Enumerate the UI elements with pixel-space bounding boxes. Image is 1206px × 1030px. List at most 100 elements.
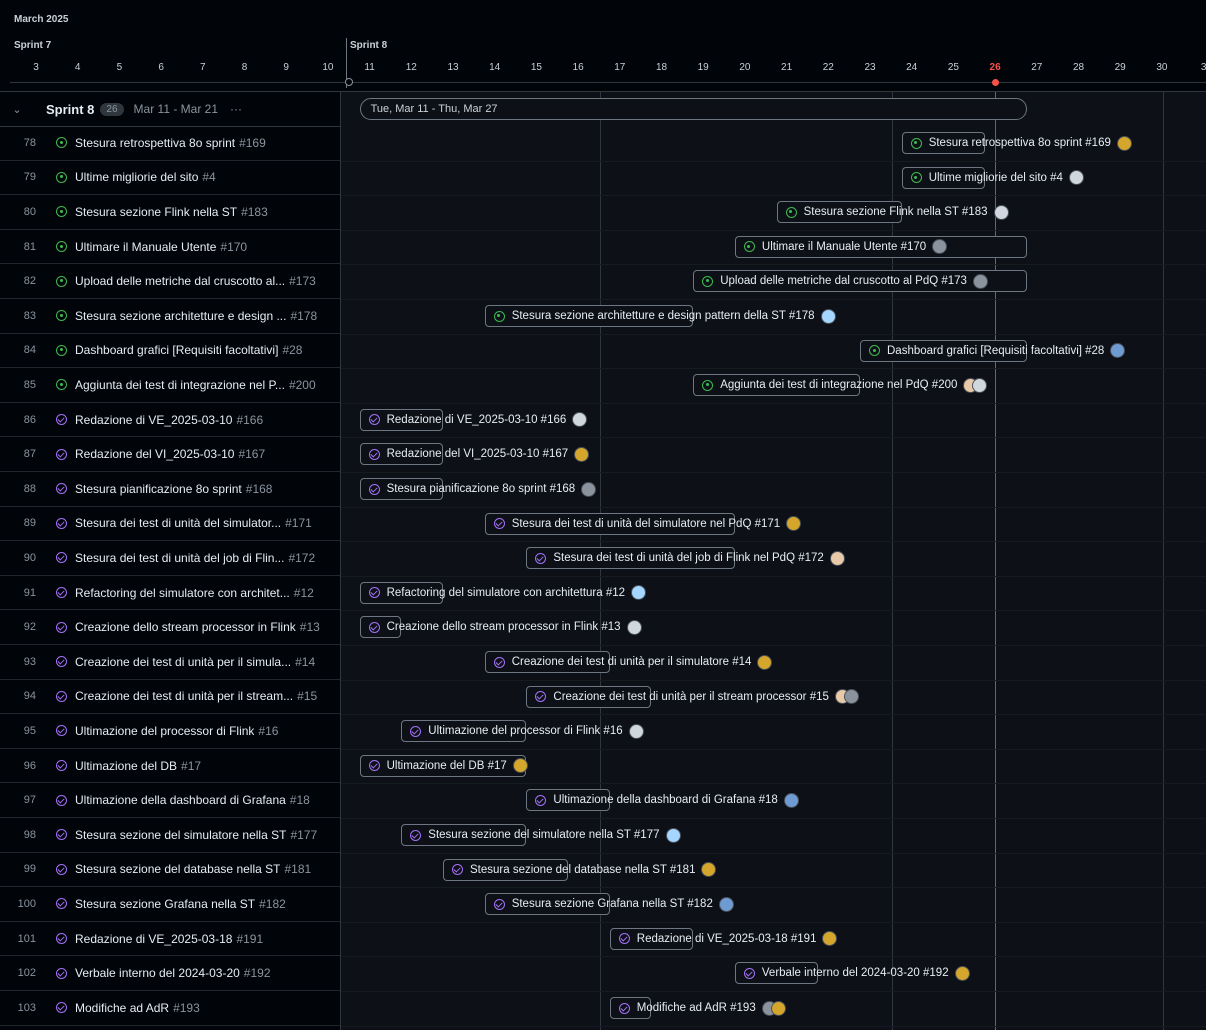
avatar[interactable] xyxy=(701,862,717,878)
issue-title[interactable]: Stesura retrospettiva 8o sprint xyxy=(75,136,235,150)
avatar[interactable] xyxy=(829,550,845,566)
avatar[interactable] xyxy=(718,896,734,912)
issue-title[interactable]: Stesura dei test di unità del simulator.… xyxy=(75,516,281,530)
issue-title[interactable]: Ultime migliorie del sito xyxy=(75,170,198,184)
issue-title[interactable]: Verbale interno del 2024-03-20 xyxy=(75,966,240,980)
issue-title[interactable]: Creazione dello stream processor in Flin… xyxy=(75,620,296,634)
sprint-handle-icon[interactable] xyxy=(345,78,353,86)
issue-row[interactable]: 88 Stesura pianificazione 8o sprint #168 xyxy=(0,472,340,507)
issue-row[interactable]: 84 Dashboard grafici [Requisiti facoltati… xyxy=(0,334,340,369)
month-label: March 2025 xyxy=(14,14,69,25)
issue-row[interactable]: 101 Redazione di VE_2025-03-18 #191 xyxy=(0,922,340,957)
issue-number: #4 xyxy=(202,170,216,185)
sprint-group-bar[interactable]: Tue, Mar 11 - Thu, Mar 27 xyxy=(359,98,1027,120)
avatar[interactable] xyxy=(626,619,642,635)
row-divider xyxy=(341,610,1206,612)
avatar[interactable] xyxy=(770,1000,786,1016)
more-options-icon[interactable]: ··· xyxy=(230,102,242,116)
issue-row[interactable]: 102 Verbale interno del 2024-03-20 #192 xyxy=(0,956,340,991)
avatar[interactable] xyxy=(1110,343,1126,359)
avatar[interactable] xyxy=(574,446,590,462)
issue-title[interactable]: Stesura dei test di unità del job di Fli… xyxy=(75,551,284,565)
avatar[interactable] xyxy=(783,792,799,808)
issue-title[interactable]: Stesura sezione Flink nella ST xyxy=(75,205,237,219)
timeline-bar-label: Redazione di VE_2025-03-18 #191 xyxy=(618,928,838,950)
issue-title[interactable]: Upload delle metriche dal cruscotto al..… xyxy=(75,274,285,288)
issue-title[interactable]: Stesura sezione architetture e design ..… xyxy=(75,309,286,323)
avatar[interactable] xyxy=(572,412,588,428)
issue-row[interactable]: 92 Creazione dello stream processor in Fl… xyxy=(0,610,340,645)
avatar[interactable] xyxy=(512,758,528,774)
avatar[interactable] xyxy=(631,585,647,601)
issue-row[interactable]: 81 Ultimare il Manuale Utente #170 xyxy=(0,230,340,265)
issue-row[interactable]: 97 Ultimazione della dashboard di Grafana… xyxy=(0,783,340,818)
avatar[interactable] xyxy=(786,516,802,532)
issue-row[interactable]: 90 Stesura dei test di unità del job di F… xyxy=(0,541,340,576)
issue-row[interactable]: 100 Stesura sezione Grafana nella ST #182 xyxy=(0,887,340,922)
issue-title[interactable]: Ultimazione della dashboard di Grafana xyxy=(75,793,286,807)
issue-row[interactable]: 91 Refactoring del simulatore con archite… xyxy=(0,576,340,611)
issue-title[interactable]: Modifiche ad AdR xyxy=(75,1001,169,1015)
row-divider xyxy=(341,160,1206,162)
timeline-bar-label: Redazione di VE_2025-03-10 #166 xyxy=(368,409,588,431)
issue-row[interactable]: 80 Stesura sezione Flink nella ST #183 xyxy=(0,195,340,230)
row-number: 97 xyxy=(23,794,36,807)
issue-row[interactable]: 96 Ultimazione del DB #17 xyxy=(0,749,340,784)
issue-row[interactable]: 78 Stesura retrospettiva 8o sprint #169 xyxy=(0,126,340,161)
issue-title[interactable]: Creazione dei test di unità per il strea… xyxy=(75,689,293,703)
issue-number: #28 xyxy=(282,343,303,358)
avatar[interactable] xyxy=(932,239,948,255)
sprint-group-header[interactable]: ⌄ Sprint 8 26 Mar 11 - Mar 21 ··· xyxy=(0,92,340,127)
issue-title[interactable]: Redazione di VE_2025-03-18 xyxy=(75,932,232,946)
avatar[interactable] xyxy=(822,931,838,947)
chevron-down-icon[interactable]: ⌄ xyxy=(0,103,34,116)
avatar[interactable] xyxy=(972,273,988,289)
avatar[interactable] xyxy=(1116,135,1132,151)
issue-title[interactable]: Redazione del VI_2025-03-10 xyxy=(75,447,234,461)
issue-open-icon xyxy=(56,310,67,322)
avatar[interactable] xyxy=(1068,170,1084,186)
issue-closed-icon xyxy=(452,864,463,876)
issue-number: #12 xyxy=(293,585,314,600)
bar-title: Stesura pianificazione 8o sprint #168 xyxy=(386,483,576,495)
avatar[interactable] xyxy=(757,654,773,670)
issue-title[interactable]: Ultimazione del DB xyxy=(75,759,177,773)
issue-row[interactable]: 99 Stesura sezione del database nella ST #… xyxy=(0,853,340,888)
issue-row[interactable]: 93 Creazione dei test di unità per il sim… xyxy=(0,645,340,680)
avatar[interactable] xyxy=(820,308,836,324)
issue-title[interactable]: Redazione di VE_2025-03-10 xyxy=(75,413,232,427)
row-divider xyxy=(341,783,1206,785)
issue-row[interactable]: 82 Upload delle metriche dal cruscotto al… xyxy=(0,264,340,299)
row-number: 81 xyxy=(23,240,36,253)
issue-title[interactable]: Stesura pianificazione 8o sprint xyxy=(75,482,242,496)
issue-row[interactable]: 89 Stesura dei test di unità del simulato… xyxy=(0,507,340,542)
issue-title[interactable]: Ultimare il Manuale Utente xyxy=(75,240,216,254)
issue-row[interactable]: 95 Ultimazione del processor di Flink #16 xyxy=(0,714,340,749)
avatar[interactable] xyxy=(954,965,970,981)
issue-title[interactable]: Aggiunta dei test di integrazione nel P.… xyxy=(75,378,285,392)
issue-row[interactable]: 98 Stesura sezione del simulatore nella S… xyxy=(0,818,340,853)
issue-title[interactable]: Refactoring del simulatore con architet.… xyxy=(75,586,290,600)
issue-title[interactable]: Stesura sezione del database nella ST xyxy=(75,862,280,876)
issue-row[interactable]: 79 Ultime migliorie del sito #4 xyxy=(0,161,340,196)
issue-row[interactable]: 103 Modifiche ad AdR #193 xyxy=(0,991,340,1026)
avatar[interactable] xyxy=(628,723,644,739)
issue-row[interactable]: 85 Aggiunta dei test di integrazione nel … xyxy=(0,368,340,403)
issue-title[interactable]: Stesura sezione del simulatore nella ST xyxy=(75,828,286,842)
avatar[interactable] xyxy=(972,377,988,393)
avatar[interactable] xyxy=(665,827,681,843)
issue-row[interactable]: 86 Redazione di VE_2025-03-10 #166 xyxy=(0,403,340,438)
issue-title[interactable]: Stesura sezione Grafana nella ST xyxy=(75,897,255,911)
row-number: 101 xyxy=(17,932,36,945)
avatar[interactable] xyxy=(843,689,859,705)
issue-title[interactable]: Dashboard grafici [Requisiti facoltativi… xyxy=(75,343,278,357)
avatar[interactable] xyxy=(993,204,1009,220)
avatar[interactable] xyxy=(581,481,597,497)
issue-title[interactable]: Ultimazione del processor di Flink xyxy=(75,724,254,738)
issue-row[interactable]: 83 Stesura sezione architetture e design … xyxy=(0,299,340,334)
row-number: 78 xyxy=(23,136,36,149)
issue-row[interactable]: 94 Creazione dei test di unità per il str… xyxy=(0,680,340,715)
issue-title[interactable]: Creazione dei test di unità per il simul… xyxy=(75,655,291,669)
day-label: 3 xyxy=(1200,62,1206,73)
issue-row[interactable]: 87 Redazione del VI_2025-03-10 #167 xyxy=(0,437,340,472)
